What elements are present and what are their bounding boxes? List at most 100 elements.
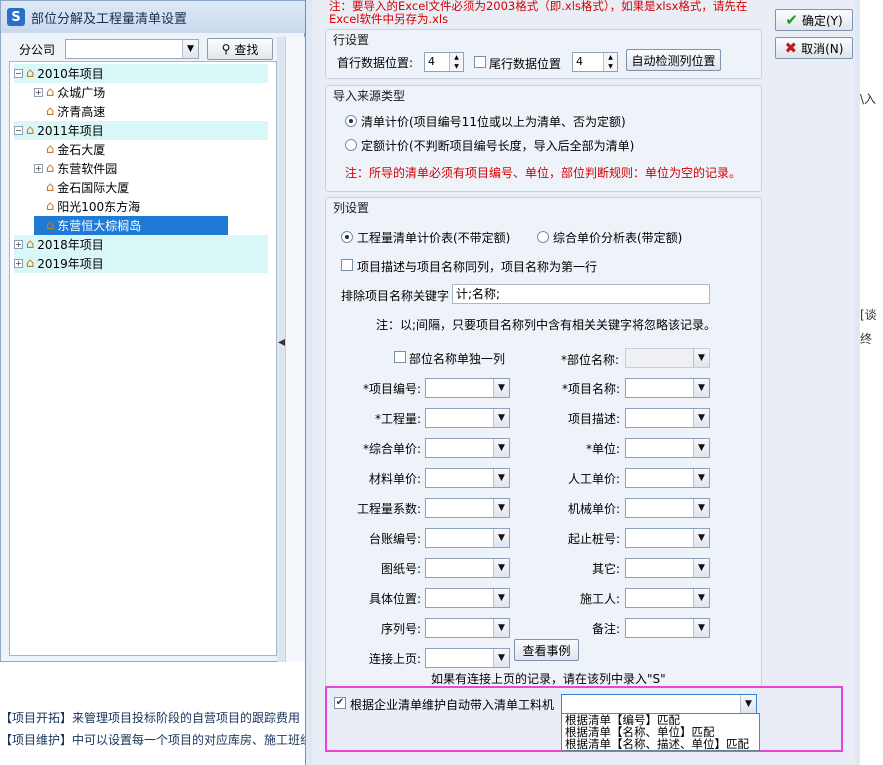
match-options-dropdown[interactable]: 根据清单【编号】匹配 根据清单【名称、单位】匹配 根据清单【名称、描述、单位】匹…: [561, 713, 760, 751]
expand-icon[interactable]: +: [14, 240, 23, 249]
tree-node[interactable]: + ⌂ 2018年项目: [14, 235, 268, 254]
tree-node[interactable]: + ⌂ 众城广场: [34, 83, 228, 102]
chevron-down-icon[interactable]: ▼: [693, 529, 709, 547]
left-field-label: *工程量:: [374, 412, 421, 426]
radio-analysis-table[interactable]: [537, 231, 549, 243]
tree-node[interactable]: + ⌂ 2019年项目: [14, 254, 268, 273]
expand-icon[interactable]: +: [34, 164, 43, 173]
part-separate-checkbox[interactable]: [394, 351, 406, 363]
expand-icon[interactable]: +: [14, 259, 23, 268]
first-row-value: 4: [428, 55, 435, 68]
chevron-down-icon[interactable]: ▼: [693, 499, 709, 517]
left-field-label: 台账编号:: [368, 532, 421, 546]
chevron-down-icon[interactable]: ▼: [493, 649, 509, 667]
chevron-down-icon[interactable]: ▼: [693, 379, 709, 397]
right-field-combo[interactable]: ▼: [625, 588, 710, 608]
house-icon: ⌂: [26, 237, 35, 252]
row-settings-title: 行设置: [333, 33, 370, 47]
chevron-down-icon[interactable]: ▼: [740, 695, 756, 713]
chevron-down-icon[interactable]: ▼: [693, 559, 709, 577]
chevron-down-icon[interactable]: ▼: [493, 559, 509, 577]
right-field-label: *单位:: [585, 442, 620, 456]
column-settings-title: 列设置: [333, 201, 370, 215]
left-field-label: *综合单价:: [362, 442, 421, 456]
chevron-down-icon[interactable]: ▼: [693, 409, 709, 427]
left-field-combo[interactable]: ▼: [425, 618, 510, 638]
cancel-button[interactable]: ✖ 取消(N): [775, 37, 853, 59]
left-field-combo[interactable]: ▼: [425, 468, 510, 488]
tree-node[interactable]: + ⌂ 东营软件园: [34, 159, 228, 178]
last-row-spinner[interactable]: 4 ▲ ▼: [572, 52, 618, 72]
right-field-label: 起止桩号:: [567, 532, 620, 546]
first-row-label: 首行数据位置:: [337, 56, 414, 70]
tree-node[interactable]: ⌂ 阳光100东方海: [34, 197, 228, 216]
left-field-combo[interactable]: ▼: [425, 438, 510, 458]
tree-node-label: 济青高速: [57, 105, 106, 119]
chevron-down-icon[interactable]: ▼: [182, 40, 198, 58]
chevron-down-icon[interactable]: ▼: [493, 379, 509, 397]
right-field-combo[interactable]: ▼: [625, 468, 710, 488]
tree-node[interactable]: ⌂ 金石大厦: [34, 140, 228, 159]
right-field-combo[interactable]: ▼: [625, 558, 710, 578]
chevron-down-icon[interactable]: ▼: [693, 469, 709, 487]
merge-desc-checkbox[interactable]: [341, 259, 353, 271]
tree-node[interactable]: − ⌂ 2010年项目: [14, 64, 268, 83]
chevron-down-icon[interactable]: ▼: [493, 409, 509, 427]
left-field-combo[interactable]: ▼: [425, 588, 510, 608]
chevron-down-icon[interactable]: ▼: [493, 499, 509, 517]
last-row-checkbox[interactable]: [474, 56, 486, 68]
radio-bill-table[interactable]: [341, 231, 353, 243]
exclude-keyword-input[interactable]: 计;名称;: [452, 284, 710, 304]
binoculars-icon: ⚲: [221, 42, 231, 56]
tree-node[interactable]: ⌂ 金石国际大厦: [34, 178, 228, 197]
view-example-button[interactable]: 查看事例: [514, 639, 579, 661]
spinner-arrows-icon[interactable]: ▲ ▼: [449, 53, 463, 71]
right-field-combo[interactable]: ▼: [625, 498, 710, 518]
right-field-combo[interactable]: ▼: [625, 528, 710, 548]
splitter[interactable]: ◀: [277, 37, 286, 662]
part-name-combo[interactable]: ▼: [625, 348, 710, 368]
exclude-keyword-label: 排除项目名称关键字: [341, 289, 450, 303]
ok-button[interactable]: ✔ 确定(Y): [775, 9, 853, 31]
house-icon: ⌂: [46, 218, 55, 233]
collapse-icon[interactable]: −: [14, 126, 23, 135]
left-field-combo[interactable]: ▼: [425, 378, 510, 398]
right-fragment-2: [谈: [860, 308, 877, 322]
right-field-combo[interactable]: ▼: [625, 378, 710, 398]
chevron-down-icon[interactable]: ▼: [493, 469, 509, 487]
tree-node[interactable]: − ⌂ 2011年项目: [14, 121, 268, 140]
chevron-down-icon[interactable]: ▼: [493, 439, 509, 457]
left-field-combo[interactable]: ▼: [425, 558, 510, 578]
chevron-down-icon[interactable]: ▼: [693, 619, 709, 637]
part-name-label: *部位名称:: [561, 353, 620, 367]
chevron-down-icon[interactable]: ▼: [693, 589, 709, 607]
tree-node[interactable]: ⌂ 东营恒大棕榈岛: [34, 216, 228, 235]
right-field-combo[interactable]: ▼: [625, 438, 710, 458]
spinner-arrows-icon[interactable]: ▲ ▼: [603, 53, 617, 71]
left-field-combo[interactable]: ▼: [425, 648, 510, 668]
radio-list-pricing[interactable]: [345, 115, 357, 127]
first-row-spinner[interactable]: 4 ▲ ▼: [424, 52, 464, 72]
chevron-down-icon[interactable]: ▼: [493, 619, 509, 637]
auto-bring-checkbox[interactable]: ✔: [334, 697, 346, 709]
left-field-combo[interactable]: ▼: [425, 498, 510, 518]
radio-quota-pricing[interactable]: [345, 139, 357, 151]
chevron-down-icon[interactable]: ▼: [493, 589, 509, 607]
find-button[interactable]: ⚲ 查找: [207, 38, 273, 60]
right-field-combo[interactable]: ▼: [625, 618, 710, 638]
auto-bring-match-combo[interactable]: ▼: [561, 694, 757, 714]
right-field-combo[interactable]: ▼: [625, 408, 710, 428]
left-field-combo[interactable]: ▼: [425, 528, 510, 548]
project-tree[interactable]: − ⌂ 2010年项目 + ⌂ 众城广场 ⌂ 济青高速 − ⌂ 2011年项目 ⌂ 金石大厦 + ⌂ 东营软件…: [9, 61, 277, 656]
company-select[interactable]: ▼: [65, 39, 199, 59]
left-field-combo[interactable]: ▼: [425, 408, 510, 428]
chevron-down-icon[interactable]: ▼: [493, 529, 509, 547]
auto-detect-button[interactable]: 自动检测列位置: [626, 49, 721, 71]
chevron-down-icon[interactable]: ▼: [693, 439, 709, 457]
tree-node[interactable]: ⌂ 济青高速: [34, 102, 228, 121]
chevron-down-icon[interactable]: ▼: [693, 349, 709, 367]
expand-icon[interactable]: +: [34, 88, 43, 97]
find-button-label: 查找: [234, 42, 259, 57]
collapse-icon[interactable]: −: [14, 69, 23, 78]
match-option-name-desc-unit[interactable]: 根据清单【名称、描述、单位】匹配: [562, 738, 759, 750]
